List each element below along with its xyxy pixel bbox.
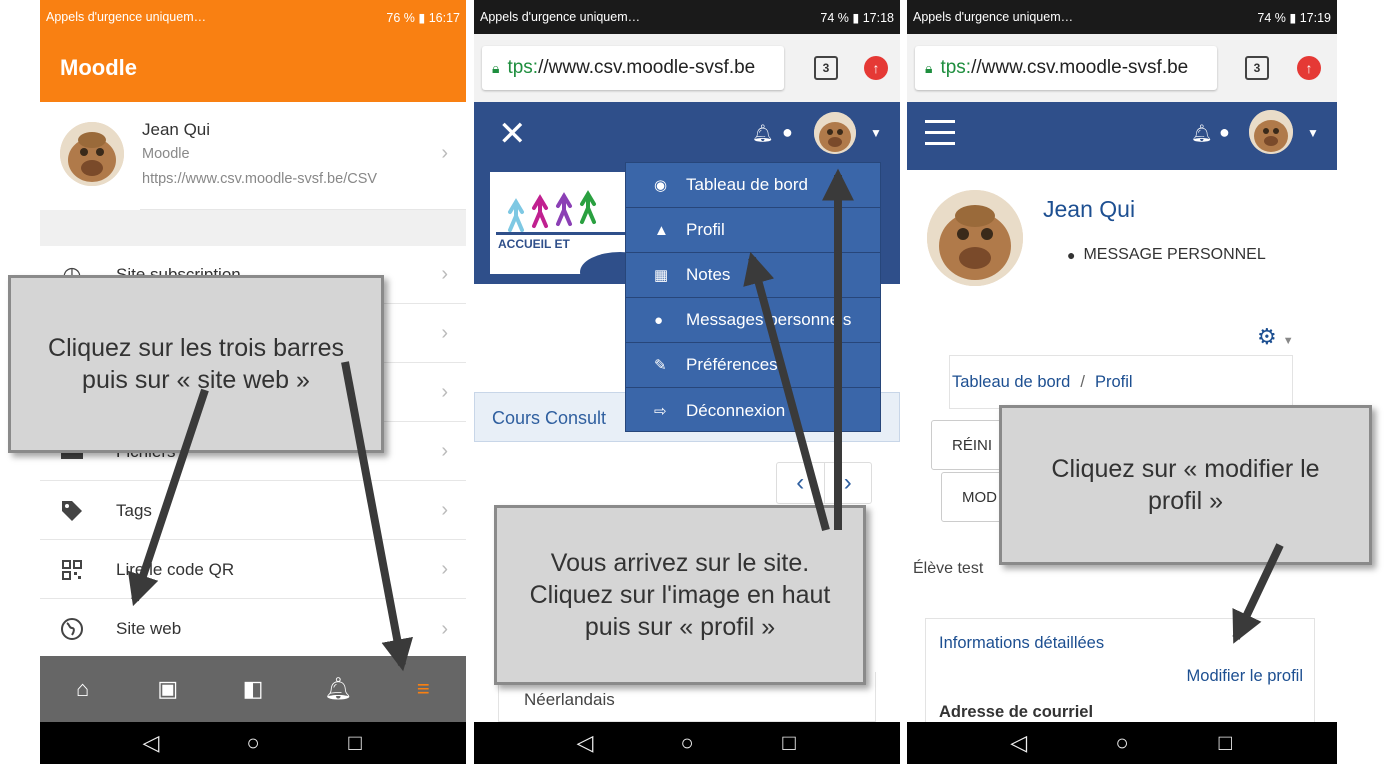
- arrow-to-menu-icon: [341, 361, 413, 672]
- arrow-to-edit-profile: [1232, 543, 1284, 644]
- arrow-to-website: [127, 388, 209, 607]
- arrow-to-profile: [743, 251, 830, 532]
- instruction-arrows: [127, 168, 1284, 672]
